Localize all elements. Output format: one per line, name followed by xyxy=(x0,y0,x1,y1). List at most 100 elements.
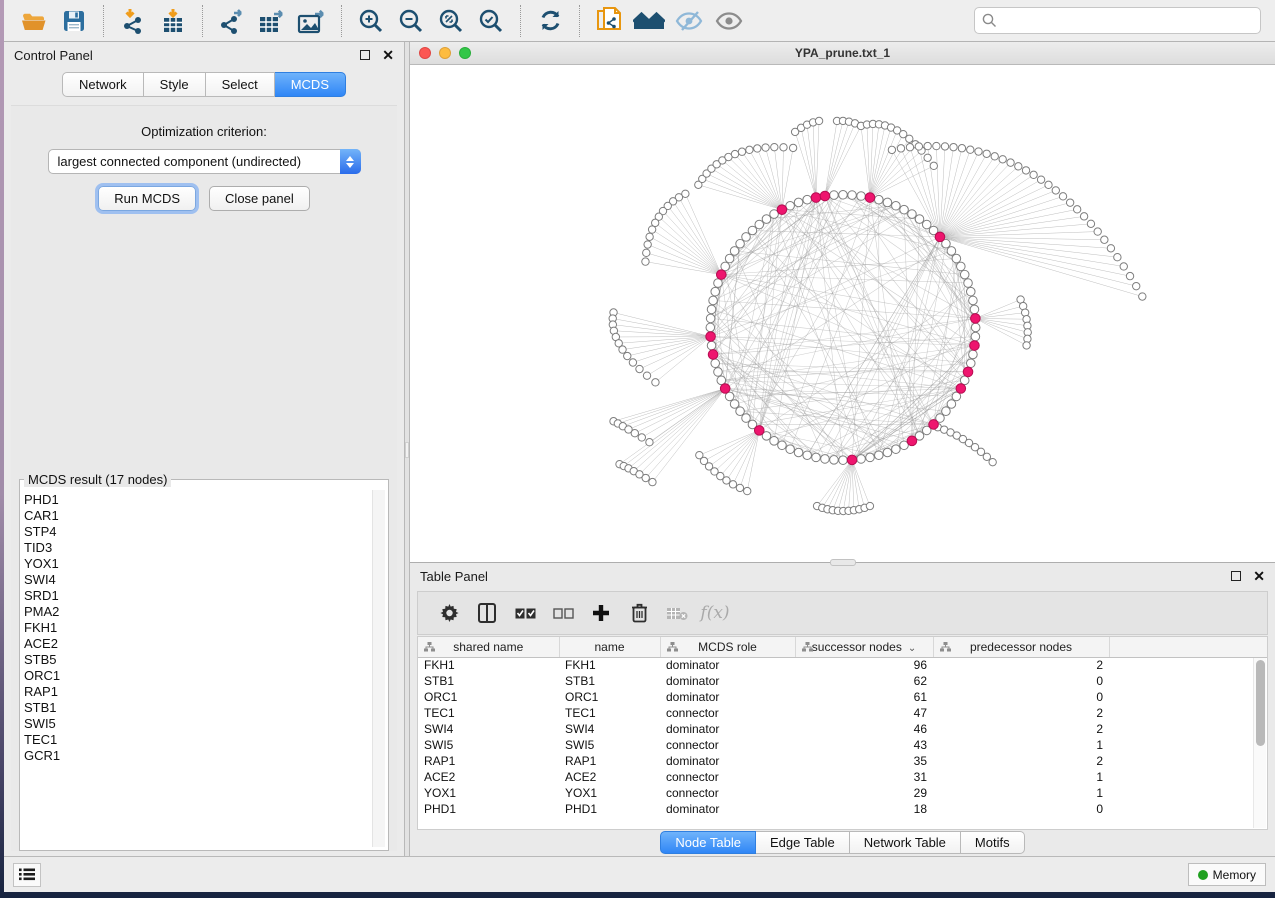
tab-edge-table[interactable]: Edge Table xyxy=(756,831,850,854)
mcds-tab-content: Optimization criterion: largest connecte… xyxy=(11,105,397,851)
mcds-result-item[interactable]: TEC1 xyxy=(24,732,370,748)
zoom-fit-button[interactable] xyxy=(431,3,471,39)
mcds-result-item[interactable]: SRD1 xyxy=(24,588,370,604)
show-all-button[interactable] xyxy=(629,3,669,39)
tab-network-table[interactable]: Network Table xyxy=(850,831,961,854)
close-table-panel-icon[interactable]: ✕ xyxy=(1253,569,1265,583)
table-row[interactable]: STB1STB1dominator620 xyxy=(418,673,1268,689)
zoom-in-icon xyxy=(358,8,384,34)
close-panel-button[interactable]: Close panel xyxy=(209,186,310,211)
zoom-selected-button[interactable] xyxy=(471,3,511,39)
mcds-result-item[interactable]: ACE2 xyxy=(24,636,370,652)
tab-style[interactable]: Style xyxy=(144,72,206,97)
table-row[interactable]: ACE2ACE2connector311 xyxy=(418,769,1268,785)
delete-column-button[interactable] xyxy=(620,595,658,631)
hide-selected-button[interactable] xyxy=(669,3,709,39)
table-row[interactable]: SWI4SWI4dominator462 xyxy=(418,721,1268,737)
export-image-button[interactable] xyxy=(292,3,332,39)
table-scrollbar-thumb[interactable] xyxy=(1256,660,1265,746)
table-row[interactable]: SWI5SWI5connector431 xyxy=(418,737,1268,753)
criterion-dropdown[interactable]: largest connected component (undirected) xyxy=(48,149,361,174)
mcds-result-item[interactable]: SWI4 xyxy=(24,572,370,588)
tab-mcds[interactable]: MCDS xyxy=(275,72,346,97)
checked-boxes-icon xyxy=(515,608,536,619)
chevron-up-icon xyxy=(346,156,354,161)
toolbar-separator xyxy=(520,5,521,37)
mcds-result-list[interactable]: PHD1CAR1STP4TID3YOX1SWI4SRD1PMA2FKH1ACE2… xyxy=(24,492,370,846)
table-row[interactable]: YOX1YOX1connector291 xyxy=(418,785,1268,801)
network-graph[interactable] xyxy=(410,65,1275,562)
table-row[interactable]: PHD1PHD1dominator180 xyxy=(418,801,1268,817)
duplicate-network-button[interactable] xyxy=(589,3,629,39)
export-table-button[interactable] xyxy=(252,3,292,39)
mcds-result-item[interactable]: RAP1 xyxy=(24,684,370,700)
mcds-result-item[interactable]: GCR1 xyxy=(24,748,370,764)
save-session-button[interactable] xyxy=(54,3,94,39)
mcds-result-item[interactable]: ORC1 xyxy=(24,668,370,684)
mcds-result-item[interactable]: STP4 xyxy=(24,524,370,540)
function-builder-button-disabled: f(x) xyxy=(696,595,734,631)
mcds-result-item[interactable]: PMA2 xyxy=(24,604,370,620)
select-all-rows-button[interactable] xyxy=(506,595,544,631)
import-table-button[interactable] xyxy=(153,3,193,39)
zoom-selected-icon xyxy=(478,8,504,34)
save-icon xyxy=(63,10,85,32)
mcds-result-item[interactable]: YOX1 xyxy=(24,556,370,572)
toolbar-separator xyxy=(103,5,104,37)
mcds-result-item[interactable]: SWI5 xyxy=(24,716,370,732)
table-row[interactable]: RAP1RAP1dominator352 xyxy=(418,753,1268,769)
open-file-button[interactable] xyxy=(14,3,54,39)
network-view-canvas[interactable] xyxy=(410,65,1275,562)
mcds-result-scrollbar[interactable] xyxy=(372,490,385,847)
float-panel-icon[interactable] xyxy=(360,50,370,60)
column-header-name[interactable]: name xyxy=(559,637,660,657)
network-window-title: YPA_prune.txt_1 xyxy=(410,46,1275,60)
column-header-MCDS-role[interactable]: MCDS role xyxy=(660,637,795,657)
network-window-titlebar[interactable]: YPA_prune.txt_1 xyxy=(410,42,1275,65)
mcds-result-item[interactable]: FKH1 xyxy=(24,620,370,636)
close-panel-icon[interactable]: ✕ xyxy=(382,48,394,62)
show-hidden-button[interactable] xyxy=(709,3,749,39)
mcds-result-item[interactable]: STB1 xyxy=(24,700,370,716)
duplicate-network-icon xyxy=(596,7,622,35)
column-header-successor-nodes[interactable]: successor nodes⌄ xyxy=(795,637,933,657)
unchecked-boxes-icon xyxy=(553,608,574,619)
mcds-result-item[interactable]: CAR1 xyxy=(24,508,370,524)
table-scrollbar-track[interactable] xyxy=(1253,658,1266,828)
criterion-selected-value: largest connected component (undirected) xyxy=(49,154,340,169)
import-network-button[interactable] xyxy=(113,3,153,39)
column-header-empty xyxy=(1109,637,1268,657)
column-header-predecessor-nodes[interactable]: predecessor nodes xyxy=(933,637,1109,657)
column-chooser-button[interactable] xyxy=(468,595,506,631)
refresh-view-button[interactable] xyxy=(530,3,570,39)
search-box[interactable] xyxy=(974,7,1261,34)
tab-node-table[interactable]: Node Table xyxy=(660,831,756,854)
task-history-button[interactable] xyxy=(13,863,41,887)
table-row[interactable]: FKH1FKH1dominator962 xyxy=(418,657,1268,673)
run-mcds-button[interactable]: Run MCDS xyxy=(98,186,196,211)
tab-motifs[interactable]: Motifs xyxy=(961,831,1025,854)
add-column-button[interactable] xyxy=(582,595,620,631)
deselect-all-rows-button[interactable] xyxy=(544,595,582,631)
plus-icon xyxy=(592,604,610,622)
zoom-in-button[interactable] xyxy=(351,3,391,39)
mcds-result-item[interactable]: PHD1 xyxy=(24,492,370,508)
export-image-icon xyxy=(297,8,327,34)
mcds-result-item[interactable]: STB5 xyxy=(24,652,370,668)
search-input[interactable] xyxy=(1002,13,1253,28)
table-row[interactable]: TEC1TEC1connector472 xyxy=(418,705,1268,721)
splitter-handle[interactable] xyxy=(405,442,409,458)
horizontal-splitter-handle[interactable] xyxy=(830,559,856,566)
table-settings-button[interactable] xyxy=(430,595,468,631)
tab-network[interactable]: Network xyxy=(62,72,144,97)
mcds-result-item[interactable]: TID3 xyxy=(24,540,370,556)
table-row[interactable]: ORC1ORC1dominator610 xyxy=(418,689,1268,705)
node-table[interactable]: shared namenameMCDS rolesuccessor nodes⌄… xyxy=(418,637,1268,817)
float-table-panel-icon[interactable] xyxy=(1231,571,1241,581)
column-header-shared-name[interactable]: shared name xyxy=(418,637,559,657)
tab-select[interactable]: Select xyxy=(206,72,275,97)
zoom-out-button[interactable] xyxy=(391,3,431,39)
mcds-result-title: MCDS result (17 nodes) xyxy=(24,472,171,487)
export-network-button[interactable] xyxy=(212,3,252,39)
memory-button[interactable]: Memory xyxy=(1188,863,1266,886)
